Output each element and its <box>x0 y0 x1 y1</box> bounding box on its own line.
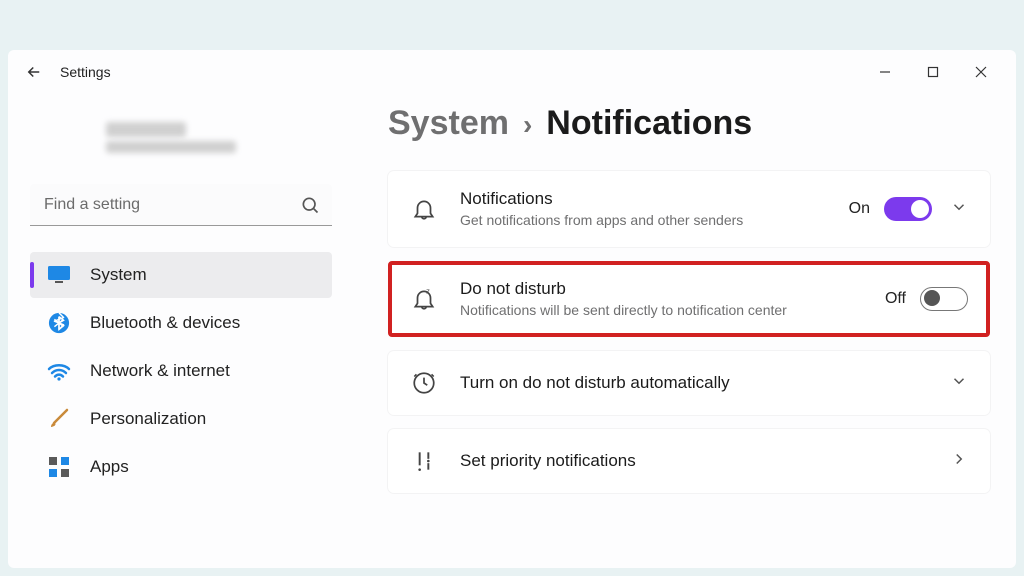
sidebar-item-label: Bluetooth & devices <box>90 313 240 333</box>
chevron-down-icon[interactable] <box>950 372 968 395</box>
card-text: Turn on do not disturb automatically <box>460 373 932 393</box>
sidebar-item-network[interactable]: Network & internet <box>30 348 332 394</box>
dnd-toggle[interactable] <box>920 287 968 311</box>
sidebar-item-label: Personalization <box>90 409 206 429</box>
priority-icon <box>410 447 438 475</box>
clock-icon <box>410 369 438 397</box>
back-button[interactable] <box>16 54 52 90</box>
svg-text:z: z <box>426 287 430 296</box>
search-icon <box>300 195 320 220</box>
sidebar-item-bluetooth[interactable]: Bluetooth & devices <box>30 300 332 346</box>
display-icon <box>46 262 72 288</box>
card-text: Do not disturb Notifications will be sen… <box>460 279 885 319</box>
breadcrumb-parent[interactable]: System <box>388 104 509 143</box>
sidebar-item-label: System <box>90 265 147 285</box>
window-body: System Bluetooth & devices Network & int… <box>8 94 1016 568</box>
card-priority[interactable]: Set priority notifications <box>388 429 990 493</box>
sidebar: System Bluetooth & devices Network & int… <box>16 94 346 560</box>
sidebar-item-label: Apps <box>90 457 129 477</box>
settings-window: Settings System <box>8 50 1016 568</box>
toggle-state: On <box>849 200 870 218</box>
breadcrumb-current: Notifications <box>546 104 752 143</box>
chevron-down-icon[interactable] <box>950 198 968 221</box>
account-info[interactable] <box>30 110 332 164</box>
window-controls <box>870 57 1008 87</box>
card-title: Notifications <box>460 189 849 209</box>
notifications-toggle[interactable] <box>884 197 932 221</box>
close-button[interactable] <box>966 57 996 87</box>
dnd-icon: z <box>410 285 438 313</box>
card-text: Set priority notifications <box>460 451 932 471</box>
sidebar-item-label: Network & internet <box>90 361 230 381</box>
main-content: System › Notifications Notifications Get… <box>346 94 1008 560</box>
card-desc: Get notifications from apps and other se… <box>460 211 849 229</box>
bluetooth-icon <box>46 310 72 336</box>
card-title: Do not disturb <box>460 279 885 299</box>
sidebar-item-apps[interactable]: Apps <box>30 444 332 490</box>
brush-icon <box>46 406 72 432</box>
card-title: Turn on do not disturb automatically <box>460 373 932 393</box>
card-dnd-auto[interactable]: Turn on do not disturb automatically <box>388 351 990 415</box>
card-do-not-disturb[interactable]: z Do not disturb Notifications will be s… <box>388 261 990 337</box>
sidebar-item-system[interactable]: System <box>30 252 332 298</box>
search-wrap <box>30 184 332 226</box>
chevron-right-icon[interactable] <box>950 450 968 473</box>
card-title: Set priority notifications <box>460 451 932 471</box>
search-input[interactable] <box>30 184 332 226</box>
bell-icon <box>410 195 438 223</box>
wifi-icon <box>46 358 72 384</box>
breadcrumb: System › Notifications <box>388 104 990 143</box>
breadcrumb-sep: › <box>523 109 532 141</box>
maximize-button[interactable] <box>918 57 948 87</box>
card-desc: Notifications will be sent directly to n… <box>460 301 820 319</box>
card-text: Notifications Get notifications from app… <box>460 189 849 229</box>
nav: System Bluetooth & devices Network & int… <box>30 252 332 490</box>
minimize-button[interactable] <box>870 57 900 87</box>
toggle-state: Off <box>885 290 906 308</box>
titlebar: Settings <box>8 50 1016 94</box>
card-notifications[interactable]: Notifications Get notifications from app… <box>388 171 990 247</box>
sidebar-item-personalization[interactable]: Personalization <box>30 396 332 442</box>
apps-icon <box>46 454 72 480</box>
window-title: Settings <box>60 64 111 80</box>
